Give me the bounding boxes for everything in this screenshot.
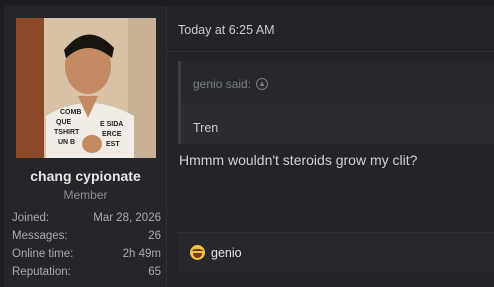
reaction-user[interactable]: genio [211, 246, 242, 260]
svg-text:UN B: UN B [58, 139, 75, 146]
stat-reputation: Reputation: 65 [12, 263, 161, 281]
reactions-bar: genio [178, 232, 494, 272]
stat-label: Joined: [12, 212, 50, 224]
quote-header: genio said: ▲ [181, 61, 494, 103]
quote-text: Tren [193, 121, 219, 135]
user-role: Member [63, 188, 108, 202]
arrow-up-circle-icon[interactable]: ▲ [256, 78, 269, 90]
stat-value: 2h 49m [122, 248, 161, 260]
stat-online-time: Online time: 2h 49m [12, 245, 161, 263]
user-avatar[interactable]: COMB QUE E SIDA TSHIRT ERCE UN B EST [16, 18, 156, 158]
svg-text:EST: EST [106, 141, 120, 148]
stat-messages: Messages: 26 [12, 227, 161, 245]
stat-value: Mar 28, 2026 [93, 212, 161, 224]
user-stats: Joined: Mar 28, 2026 Messages: 26 Online… [12, 209, 161, 281]
post-container: COMB QUE E SIDA TSHIRT ERCE UN B EST cha… [0, 0, 494, 287]
stat-label: Reputation: [12, 266, 71, 278]
message-panel: Today at 6:25 AM genio said: ▲ Tren Hmmm… [167, 6, 494, 287]
svg-text:COMB: COMB [60, 109, 81, 116]
stat-value: 65 [148, 266, 161, 278]
stat-label: Messages: [12, 230, 68, 242]
message-body: Hmmm wouldn't steroids grow my clit? [179, 152, 418, 168]
quote-block: genio said: ▲ Tren [178, 61, 494, 144]
avatar-photo-icon: COMB QUE E SIDA TSHIRT ERCE UN B EST [16, 18, 156, 158]
message-header: Today at 6:25 AM [167, 6, 494, 52]
svg-text:TSHIRT: TSHIRT [54, 129, 80, 136]
stat-value: 26 [148, 230, 161, 242]
reaction-item[interactable]: genio [190, 245, 242, 260]
svg-text:E SIDA: E SIDA [100, 121, 123, 128]
stat-joined: Joined: Mar 28, 2026 [12, 209, 161, 227]
quote-author: genio said: [193, 77, 252, 91]
laughing-emoji-icon [190, 245, 205, 260]
quote-author-link[interactable]: genio said: ▲ [193, 77, 269, 91]
svg-text:QUE: QUE [56, 119, 72, 126]
user-info-panel: COMB QUE E SIDA TSHIRT ERCE UN B EST cha… [4, 6, 167, 287]
stat-label: Online time: [12, 248, 74, 260]
username[interactable]: chang cypionate [4, 168, 167, 184]
svg-text:ERCE: ERCE [102, 131, 122, 138]
post-timestamp[interactable]: Today at 6:25 AM [178, 23, 275, 37]
